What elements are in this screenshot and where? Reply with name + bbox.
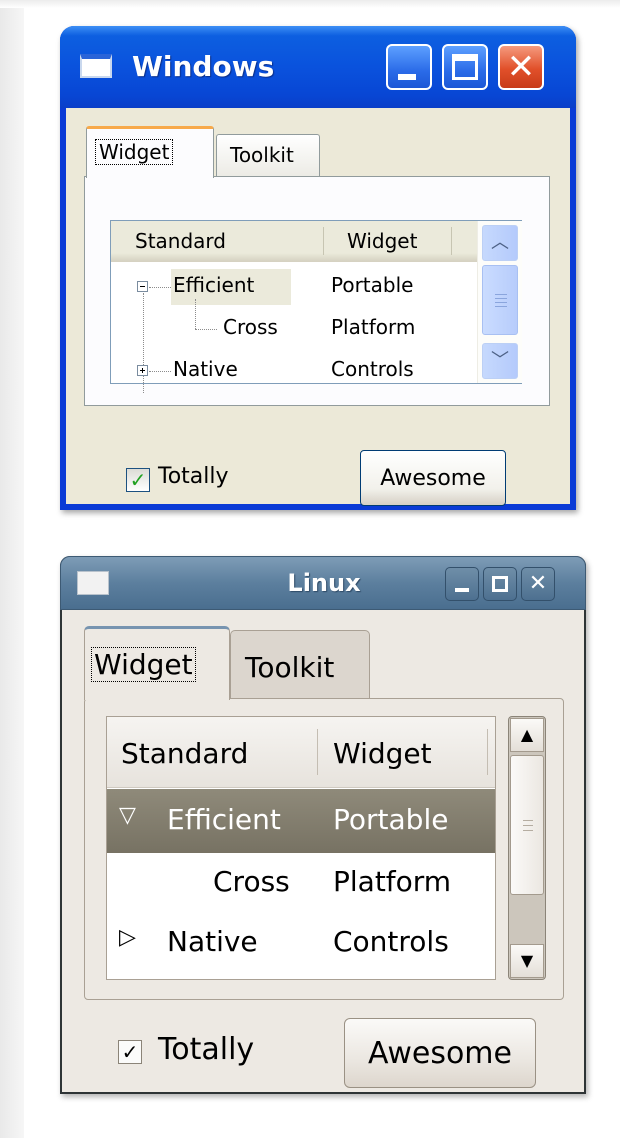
grip-line	[495, 302, 507, 303]
tree-view[interactable]: Standard Widget ▽ Efficient Portable Cro…	[106, 716, 496, 980]
grip-line	[495, 294, 507, 295]
row-cross-widget[interactable]: Platform	[331, 315, 415, 339]
maximize-button[interactable]	[442, 44, 488, 90]
totally-checkbox-label[interactable]: Totally	[158, 1032, 254, 1067]
tab-toolkit-label: Toolkit	[230, 143, 294, 167]
tab-toolkit[interactable]: Toolkit	[216, 134, 320, 176]
arrow-up-icon: ▲	[520, 725, 534, 744]
row-cross-widget[interactable]: Platform	[333, 865, 451, 898]
grip-line	[495, 306, 507, 307]
minimize-icon	[398, 74, 416, 80]
column-header-widget[interactable]: Widget	[347, 229, 417, 253]
grip-line	[523, 830, 533, 831]
tree-expand-icon[interactable]	[137, 365, 148, 376]
minimize-icon	[455, 588, 469, 592]
awesome-button[interactable]: Awesome	[344, 1018, 536, 1088]
column-divider[interactable]	[487, 729, 488, 775]
tab-widget-label: Widget	[91, 647, 196, 682]
linux-titlebar[interactable]: Linux ✕	[60, 556, 586, 610]
windows-titlebar[interactable]: Windows ✕	[60, 26, 576, 108]
scroll-thumb[interactable]	[482, 265, 518, 335]
grip-line	[523, 825, 533, 826]
column-header-standard[interactable]: Standard	[135, 229, 226, 253]
window-icon	[80, 54, 112, 78]
windows-window: Windows ✕ Toolkit Widget Standard Widget	[60, 26, 576, 510]
tree-line	[149, 287, 171, 288]
close-button[interactable]: ✕	[521, 567, 555, 601]
tab-widget[interactable]: Widget	[86, 126, 214, 178]
maximize-button[interactable]	[483, 567, 517, 601]
row-native-widget[interactable]: Controls	[331, 357, 414, 381]
row-native-standard[interactable]: Native	[173, 357, 238, 381]
close-icon: ✕	[506, 47, 536, 87]
tab-widget-label: Widget	[95, 139, 174, 165]
column-divider[interactable]	[317, 729, 318, 775]
tree-header: Standard Widget	[111, 221, 477, 262]
checkmark-icon: ✓	[121, 1040, 139, 1064]
tree-line	[195, 329, 217, 330]
linux-window: Linux ✕ Toolkit Widget Standard Widget ▽…	[60, 556, 586, 1094]
close-button[interactable]: ✕	[498, 44, 544, 90]
row-efficient-widget[interactable]: Portable	[333, 803, 448, 836]
row-efficient-standard[interactable]: Efficient	[173, 273, 254, 297]
column-header-widget[interactable]: Widget	[333, 737, 432, 770]
tree-collapse-icon[interactable]	[137, 281, 148, 292]
tab-widget[interactable]: Widget	[84, 626, 230, 700]
row-cross-standard[interactable]: Cross	[223, 315, 278, 339]
arrow-down-icon: ﹀	[491, 350, 509, 371]
column-divider[interactable]	[451, 227, 452, 255]
totally-checkbox[interactable]: ✓	[118, 1040, 142, 1064]
minimize-button[interactable]	[386, 44, 432, 90]
row-efficient-standard[interactable]: Efficient	[167, 803, 281, 836]
row-efficient-widget[interactable]: Portable	[331, 273, 413, 297]
totally-checkbox-label[interactable]: Totally	[158, 464, 229, 489]
tree-line	[143, 293, 144, 393]
minimize-button[interactable]	[445, 567, 479, 601]
tree-line	[195, 299, 196, 329]
grip-line	[495, 298, 507, 299]
scroll-down-button[interactable]: ▼	[510, 944, 544, 978]
scroll-up-button[interactable]: ︿	[482, 225, 518, 261]
close-icon: ✕	[528, 571, 548, 596]
row-native-standard[interactable]: Native	[167, 925, 258, 958]
column-header-standard[interactable]: Standard	[121, 737, 248, 770]
tree-expand-icon[interactable]: ▷	[119, 925, 136, 950]
awesome-button[interactable]: Awesome	[360, 450, 506, 506]
maximize-icon	[492, 576, 508, 592]
windows-client-area: Toolkit Widget Standard Widget Efficient…	[66, 108, 570, 506]
arrow-down-icon: ▼	[520, 951, 534, 970]
tree-view[interactable]: Standard Widget Efficient Portable Cross…	[110, 220, 522, 393]
scroll-thumb[interactable]	[510, 755, 544, 895]
tree-line	[149, 371, 171, 372]
column-divider[interactable]	[323, 227, 324, 255]
scroll-down-button[interactable]: ﹀	[482, 343, 518, 379]
vertical-scrollbar[interactable]: ▲ ▼	[508, 716, 546, 980]
windows-title: Windows	[132, 50, 275, 83]
background-shade	[0, 0, 24, 1138]
vertical-scrollbar[interactable]: ︿ ﹀	[477, 221, 522, 383]
tab-toolkit[interactable]: Toolkit	[230, 630, 370, 698]
checkmark-icon: ✓	[129, 468, 147, 492]
tree-collapse-icon[interactable]: ▽	[119, 803, 136, 828]
tab-toolkit-label: Toolkit	[245, 651, 335, 684]
totally-checkbox[interactable]: ✓	[126, 468, 150, 492]
arrow-up-icon: ︿	[491, 232, 509, 253]
row-cross-standard[interactable]: Cross	[213, 865, 290, 898]
background-top-shade	[0, 0, 620, 8]
tree-header: Standard Widget	[107, 717, 495, 788]
grip-line	[523, 820, 533, 821]
maximize-icon	[452, 54, 478, 80]
scroll-up-button[interactable]: ▲	[510, 718, 544, 752]
row-native-widget[interactable]: Controls	[333, 925, 449, 958]
